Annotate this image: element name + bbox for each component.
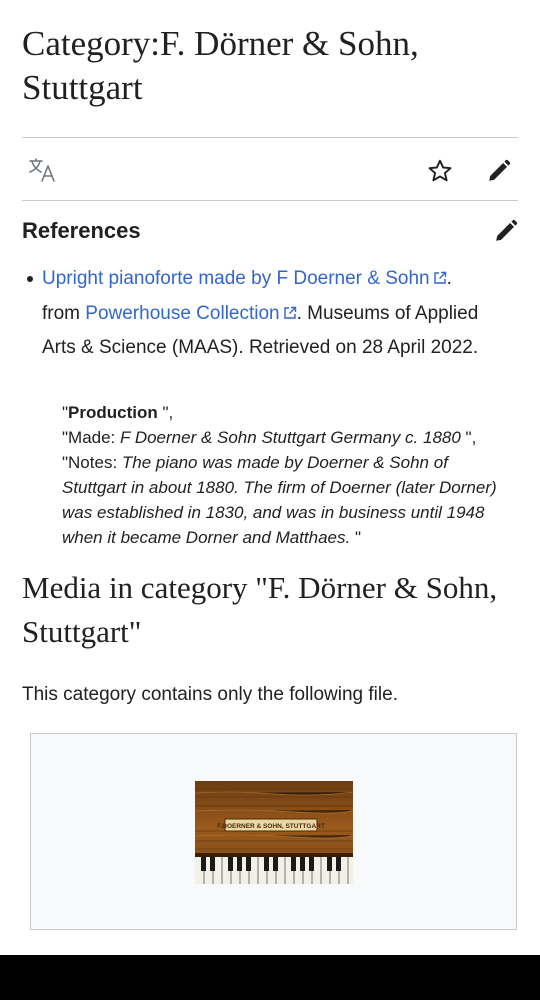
gallery-box: F.DOERNER & SOHN, STUTTGART — [30, 733, 517, 930]
category-description: This category contains only the followin… — [22, 684, 398, 705]
reference-from-text: from — [42, 302, 86, 324]
toolbar-divider — [22, 200, 518, 201]
list-bullet — [27, 276, 33, 282]
page-title: Category:F. Dörner & Sohn, Stuttgart — [22, 24, 419, 107]
quote-line-made: "Made: F Doerner & Sohn Stuttgart German… — [62, 428, 477, 447]
pencil-icon — [486, 158, 512, 184]
title-divider — [22, 137, 518, 138]
edit-references-button[interactable] — [490, 215, 522, 247]
external-link-icon — [283, 298, 297, 319]
pencil-icon — [493, 218, 519, 244]
reference-item: Upright pianoforte made by F Doerner & S… — [27, 262, 502, 366]
translate-icon — [27, 157, 57, 183]
references-heading: References — [22, 218, 141, 243]
thumbnail-label: F.DOERNER & SOHN, STUTTGART — [217, 823, 325, 830]
edit-page-button[interactable] — [483, 155, 515, 187]
piano-thumbnail[interactable]: F.DOERNER & SOHN, STUTTGART — [194, 781, 354, 884]
system-navigation-bar — [0, 955, 540, 1000]
reference-link[interactable]: Upright pianoforte made by F Doerner & S… — [42, 268, 447, 289]
quote-line-production: "Production ", — [62, 403, 174, 422]
quote-line-notes: "Notes: The piano was made by Doerner & … — [62, 453, 497, 547]
source-link[interactable]: Powerhouse Collection — [85, 303, 296, 324]
reference-quote: "Production ", "Made: F Doerner & Sohn S… — [62, 400, 512, 550]
references-list: Upright pianoforte made by F Doerner & S… — [27, 262, 502, 366]
star-icon — [427, 158, 453, 184]
media-heading: Media in category "F. Dörner & Sohn, Stu… — [22, 570, 498, 649]
external-link-icon — [433, 263, 447, 284]
reference-punctuation: . — [446, 268, 452, 289]
language-button[interactable] — [25, 155, 59, 185]
watch-button[interactable] — [424, 155, 456, 187]
